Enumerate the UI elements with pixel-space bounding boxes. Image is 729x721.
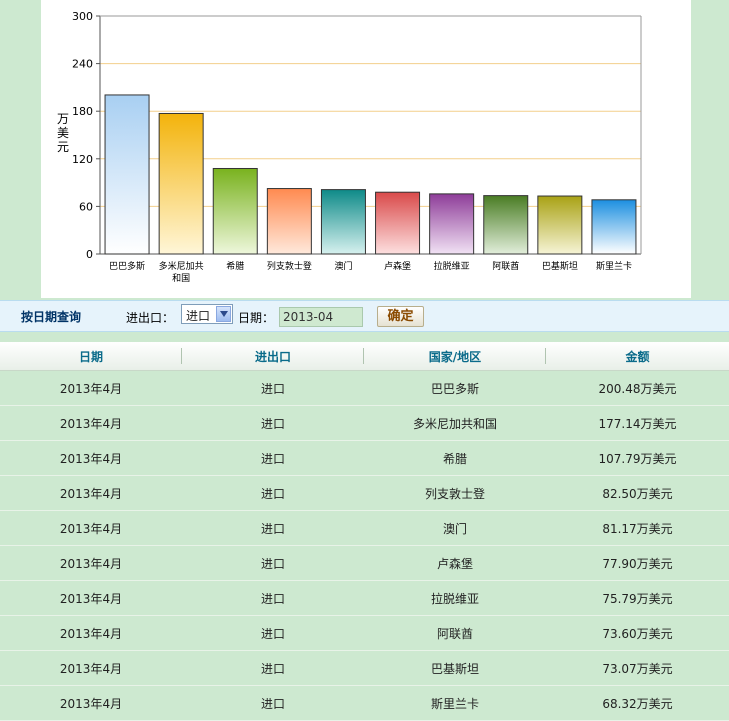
cell-amount: 107.79万美元: [546, 440, 729, 476]
cell-country: 阿联酋: [364, 615, 546, 651]
cell-date: 2013年4月: [0, 370, 182, 406]
cell-country: 斯里兰卡: [364, 685, 546, 721]
y-tick-label: 180: [72, 105, 93, 118]
cell-amount: 68.32万美元: [546, 685, 729, 721]
cell-amount: 82.50万美元: [546, 475, 729, 511]
date-input[interactable]: 2013-04: [279, 307, 363, 327]
header-amount: 金额: [546, 342, 729, 371]
data-table: 日期 进出口 国家/地区 金额 2013年4月 进口 巴巴多斯 200.48万美元 20…: [0, 342, 729, 721]
header-io: 进出口: [182, 342, 364, 371]
cell-date: 2013年4月: [0, 510, 182, 546]
cell-date: 2013年4月: [0, 685, 182, 721]
cell-amount: 75.79万美元: [546, 580, 729, 616]
cell-date: 2013年4月: [0, 545, 182, 581]
cell-date: 2013年4月: [0, 615, 182, 651]
cell-io: 进口: [182, 405, 364, 441]
bar-chart: 0 60 120 180 240 300 巴巴多斯 多米尼加共和国 希腊 列支敦士登 澳门 卢森堡 拉脱…: [72, 10, 642, 284]
x-tick-label: 列支敦士登: [267, 260, 312, 272]
cell-io: 进口: [182, 510, 364, 546]
cell-io: 进口: [182, 440, 364, 476]
table-row: 2013年4月 进口 巴基斯坦 73.07万美元: [0, 650, 729, 686]
cell-country: 拉脱维亚: [364, 580, 546, 616]
x-tick-label: 希腊: [226, 260, 244, 272]
cell-country: 希腊: [364, 440, 546, 476]
table-row: 2013年4月 进口 澳门 81.17万美元: [0, 510, 729, 546]
cell-country: 巴基斯坦: [364, 650, 546, 686]
cell-date: 2013年4月: [0, 405, 182, 441]
table-row: 2013年4月 进口 拉脱维亚 75.79万美元: [0, 580, 729, 616]
x-tick-label: 澳门: [334, 260, 352, 272]
query-title: 按日期查询: [21, 310, 82, 324]
cell-country: 多米尼加共和国: [364, 405, 546, 441]
x-tick-label: 斯里兰卡: [596, 260, 632, 272]
y-tick-label: 240: [72, 58, 93, 71]
io-select-value: 进口: [186, 309, 211, 323]
cell-date: 2013年4月: [0, 650, 182, 686]
chevron-down-icon[interactable]: [216, 306, 231, 322]
bar: [537, 195, 583, 255]
header-date: 日期: [0, 342, 182, 371]
confirm-button[interactable]: 确定: [377, 306, 424, 327]
cell-amount: 73.07万美元: [546, 650, 729, 686]
cell-country: 巴巴多斯: [364, 370, 546, 406]
bar: [266, 188, 312, 255]
y-axis-label: 万美元: [56, 112, 69, 154]
date-label: 日期：: [238, 311, 275, 325]
query-bar: 按日期查询 进出口： 进口 日期： 2013-04 确定: [0, 300, 729, 332]
x-tick-label: 巴巴多斯: [109, 260, 145, 272]
y-tick-label: 120: [72, 153, 93, 166]
cell-date: 2013年4月: [0, 580, 182, 616]
x-tick-label: 卢森堡: [384, 260, 411, 272]
chart-panel: 0 60 120 180 240 300 巴巴多斯 多米尼加共 和国 希腊 列支敦士登 澳门 卢森堡 拉脱…: [41, 0, 691, 298]
cell-io: 进口: [182, 650, 364, 686]
x-tick-label: 和国: [172, 273, 190, 284]
table-row: 2013年4月 进口 卢森堡 77.90万美元: [0, 545, 729, 581]
bar: [212, 167, 258, 255]
y-tick-label: 60: [79, 200, 93, 213]
cell-io: 进口: [182, 615, 364, 651]
table-row: 2013年4月 进口 列支敦士登 82.50万美元: [0, 475, 729, 511]
bar: [375, 191, 421, 255]
cell-amount: 73.60万美元: [546, 615, 729, 651]
table-row: 2013年4月 进口 巴巴多斯 200.48万美元: [0, 370, 729, 406]
x-tick-label: 拉脱维亚: [434, 260, 470, 272]
bar: [158, 112, 204, 255]
cell-date: 2013年4月: [0, 475, 182, 511]
cell-amount: 77.90万美元: [546, 545, 729, 581]
y-tick-label: 300: [72, 10, 93, 23]
cell-amount: 81.17万美元: [546, 510, 729, 546]
cell-amount: 200.48万美元: [546, 370, 729, 406]
cell-io: 进口: [182, 685, 364, 721]
x-tick-label: 巴基斯坦: [542, 260, 578, 272]
cell-date: 2013年4月: [0, 440, 182, 476]
cell-country: 列支敦士登: [364, 475, 546, 511]
table-row: 2013年4月 进口 斯里兰卡 68.32万美元: [0, 685, 729, 721]
io-select[interactable]: 进口: [181, 304, 233, 324]
cell-io: 进口: [182, 545, 364, 581]
cell-io: 进口: [182, 475, 364, 511]
table-row: 2013年4月 进口 阿联酋 73.60万美元: [0, 615, 729, 651]
table-header-row: 日期 进出口 国家/地区 金额: [0, 342, 729, 371]
table-row: 2013年4月 进口 多米尼加共和国 177.14万美元: [0, 405, 729, 441]
bar: [591, 199, 637, 255]
bar: [429, 193, 475, 255]
header-country: 国家/地区: [364, 342, 546, 371]
cell-country: 卢森堡: [364, 545, 546, 581]
bar: [483, 195, 529, 255]
x-tick-label: 多米尼加共: [159, 260, 204, 272]
cell-country: 澳门: [364, 510, 546, 546]
bar: [320, 189, 366, 255]
x-tick-label: 阿联酋: [492, 260, 519, 272]
io-label: 进出口：: [126, 311, 175, 325]
cell-amount: 177.14万美元: [546, 405, 729, 441]
cell-io: 进口: [182, 370, 364, 406]
bar: [104, 94, 150, 255]
cell-io: 进口: [182, 580, 364, 616]
y-tick-label: 0: [86, 248, 93, 261]
table-row: 2013年4月 进口 希腊 107.79万美元: [0, 440, 729, 476]
